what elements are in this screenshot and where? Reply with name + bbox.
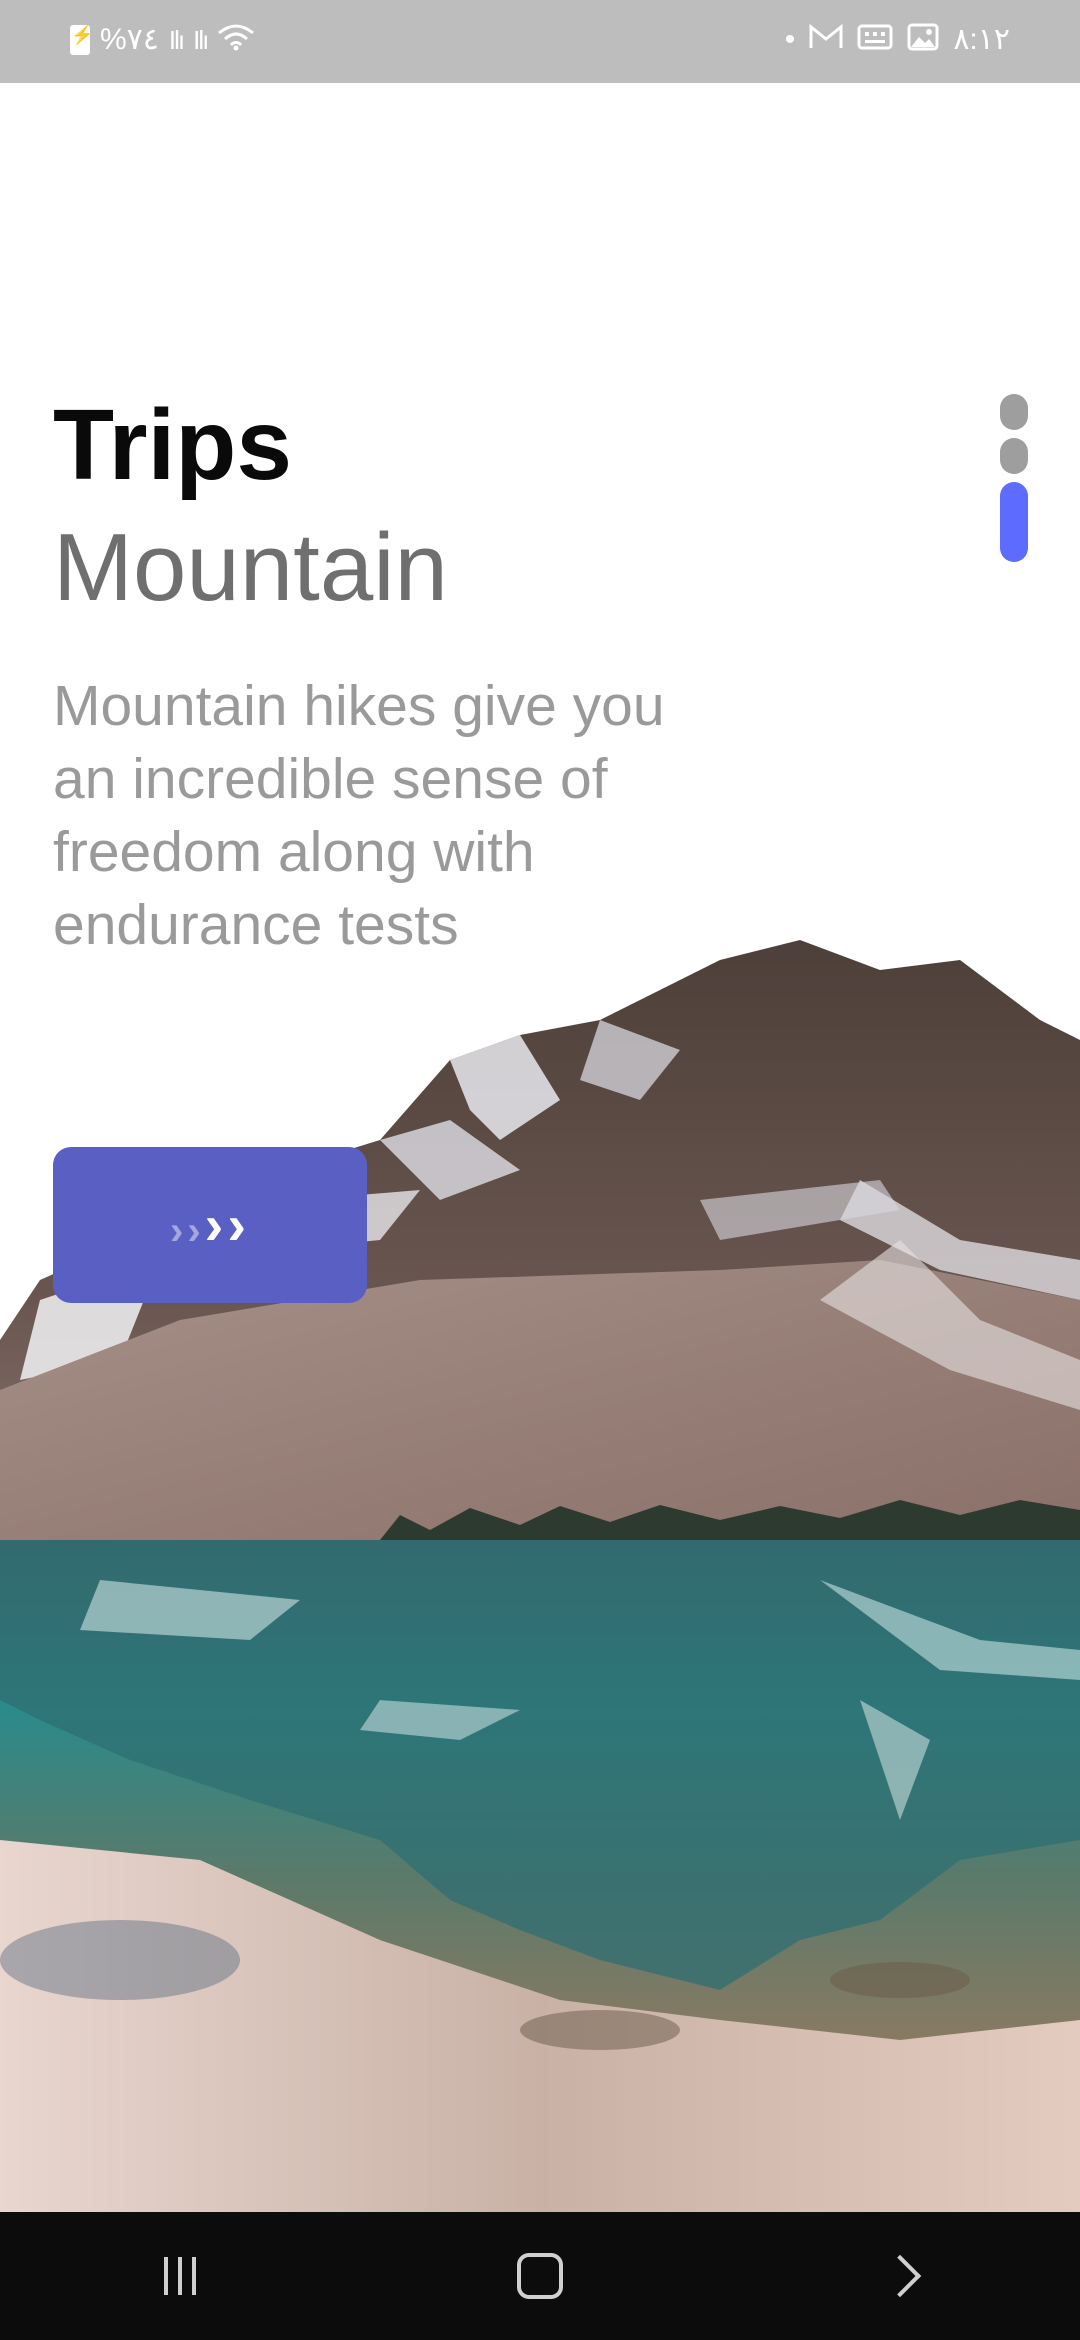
signal-icon: Ilı [168, 24, 185, 55]
back-icon [878, 2254, 922, 2298]
image-icon [907, 23, 939, 57]
mountain-lake-image [0, 940, 1080, 2212]
keyboard-icon [857, 24, 893, 56]
clock: ٨:١٢ [953, 23, 1010, 56]
status-left: %٧٤ Ilı Ilı [70, 22, 255, 57]
page-indicator [1000, 394, 1028, 570]
signal-icon-2: Ilı [193, 24, 209, 55]
status-right: • ٨:١٢ [785, 22, 1010, 57]
battery-percentage: %٧٤ [100, 23, 159, 56]
gmail-icon [809, 23, 843, 56]
next-button[interactable]: ›››› [53, 1147, 367, 1303]
page-subtitle: Mountain [53, 514, 448, 621]
navigation-bar [0, 2212, 1080, 2340]
page-title: Trips [53, 389, 292, 501]
status-bar: %٧٤ Ilı Ilı • ٨:١٢ [0, 0, 1080, 83]
chevrons-right-icon: ›››› [170, 1193, 250, 1256]
notification-dot-icon: • [784, 22, 796, 56]
page-dot-3-active [1000, 482, 1028, 562]
recent-apps-icon [164, 2257, 196, 2295]
back-button[interactable] [840, 2226, 960, 2326]
page-dot-1 [1000, 394, 1028, 430]
page-dot-2 [1000, 438, 1028, 474]
wifi-icon [217, 23, 255, 57]
recent-apps-button[interactable] [120, 2226, 240, 2326]
home-icon [517, 2253, 563, 2299]
home-button[interactable] [480, 2226, 600, 2326]
battery-icon [70, 24, 93, 55]
description-text: Mountain hikes give you an incredible se… [53, 674, 665, 957]
